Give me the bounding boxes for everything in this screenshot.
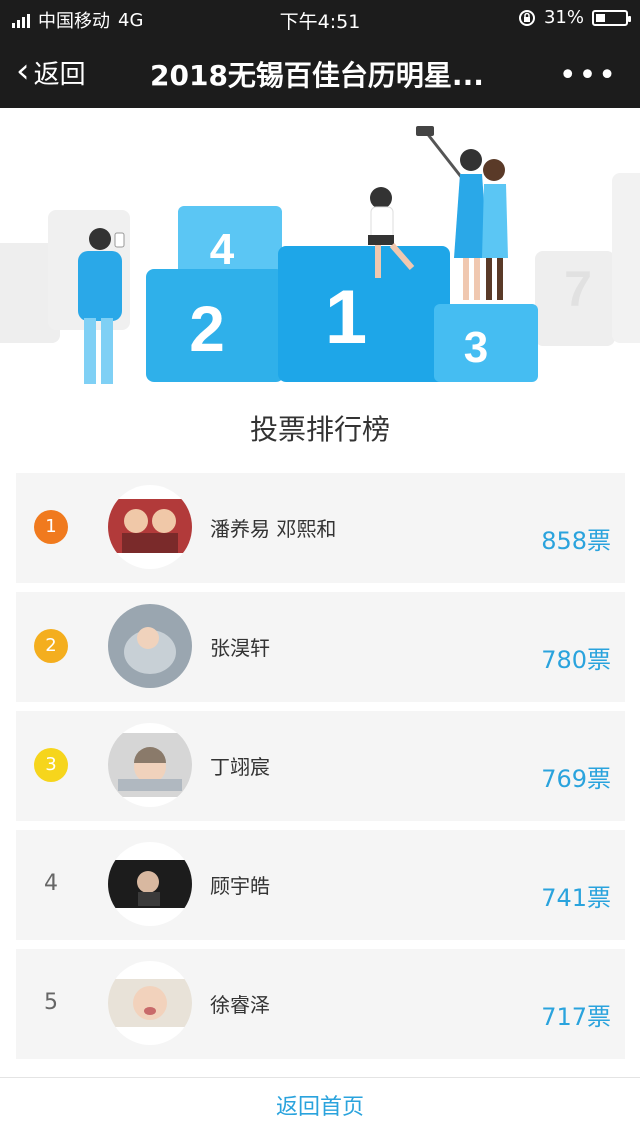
vote-count: 741票	[541, 884, 611, 912]
contestant-name: 徐睿泽	[210, 993, 270, 1017]
ranking-row[interactable]: 5 徐睿泽 717票	[16, 949, 625, 1059]
podium-label-second: 2	[189, 293, 225, 365]
podium-label-fifth: 7	[564, 261, 592, 317]
ranking-title: 投票排行榜	[249, 413, 390, 446]
status-right: 31%	[518, 7, 631, 28]
podium-label-third: 3	[464, 323, 488, 372]
avatar	[108, 485, 192, 569]
vote-count: 858票	[541, 527, 611, 555]
ranking-row[interactable]: 2 张淏轩 780票	[16, 592, 625, 702]
status-bar: 中国移动 4G 下午4:51 31%	[0, 0, 640, 36]
ranking-row[interactable]: 4 顾宇皓 741票	[16, 830, 625, 940]
rank-number: 4	[44, 871, 58, 896]
avatar	[108, 961, 192, 1045]
avatar	[108, 604, 192, 688]
vote-count: 769票	[541, 765, 611, 793]
back-button[interactable]: ‹ 返回	[16, 54, 86, 91]
rotation-lock-icon	[518, 9, 535, 26]
ranking-list: 1 潘养易 邓熙和 858票 2 张淏轩 780票 3 丁翊宸 769票 4 顾…	[16, 473, 625, 1068]
rank-badge: 2	[34, 629, 68, 663]
back-label: 返回	[33, 60, 86, 90]
avatar	[108, 723, 192, 807]
avatar-photo	[108, 979, 192, 1027]
ranking-row[interactable]: 1 潘养易 邓熙和 858票	[16, 473, 625, 583]
page-title: 2018无锡百佳台历明星...	[150, 59, 484, 92]
avatar	[108, 842, 192, 926]
avatar-photo	[108, 499, 192, 553]
nav-bar: ‹ 返回 2018无锡百佳台历明星... •••	[0, 36, 640, 108]
battery-percent: 31%	[543, 7, 584, 28]
vote-count: 717票	[541, 1003, 611, 1031]
vote-count: 780票	[541, 646, 611, 674]
ranking-row[interactable]: 3 丁翊宸 769票	[16, 711, 625, 821]
avatar-photo	[108, 604, 192, 688]
battery-icon	[592, 9, 631, 26]
bg-block-right-2	[612, 173, 640, 343]
contestant-name: 丁翊宸	[210, 755, 270, 779]
rank-badge: 1	[34, 510, 68, 544]
bottom-bar: 返回首页	[0, 1077, 640, 1139]
more-button[interactable]: •••	[559, 58, 618, 93]
podium-label-fourth: 4	[210, 225, 235, 274]
rank-number: 5	[44, 990, 58, 1015]
podium-illustration: 7 4 2 1 3	[0, 108, 640, 408]
podium-label-first: 1	[325, 275, 367, 360]
chevron-left-icon: ‹	[16, 50, 30, 91]
avatar-photo	[108, 733, 192, 797]
home-link[interactable]: 返回首页	[0, 1078, 640, 1138]
rank-badge: 3	[34, 748, 68, 782]
contestant-name: 张淏轩	[210, 636, 270, 660]
avatar-photo	[108, 860, 192, 908]
contestant-name: 潘养易 邓熙和	[210, 517, 337, 541]
contestant-name: 顾宇皓	[210, 874, 270, 898]
battery-fill	[596, 13, 605, 22]
podium-graphic: 7 4 2 1 3	[0, 126, 640, 384]
